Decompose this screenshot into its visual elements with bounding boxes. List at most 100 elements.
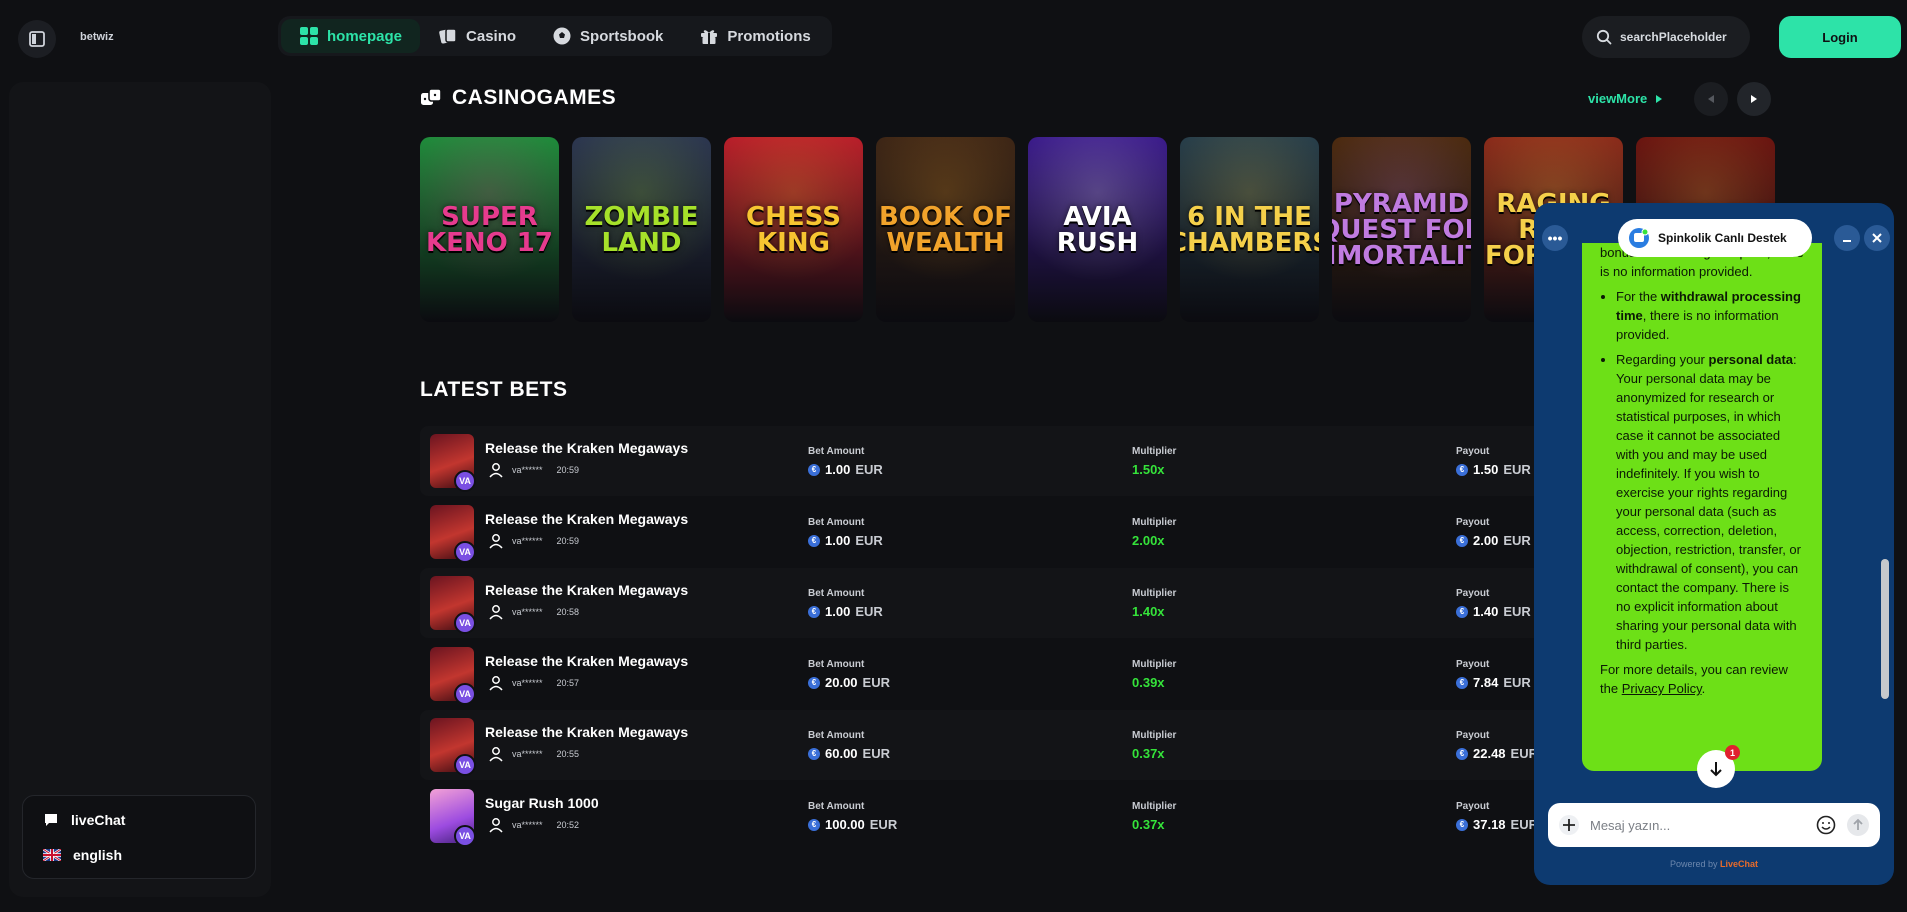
euro-coin-icon: € <box>808 818 820 831</box>
bet-game-name[interactable]: Release the Kraken Megaways <box>485 653 688 669</box>
nav-homepage[interactable]: homepage <box>281 19 421 53</box>
multiplier-label: Multiplier <box>1132 801 1177 812</box>
user-avatar: VA <box>454 612 476 634</box>
chat-close-button[interactable] <box>1864 225 1890 251</box>
bet-amount: € 1.00 EUR <box>808 604 883 619</box>
game-card[interactable]: CHESS KING <box>724 137 863 322</box>
live-chat-link[interactable]: liveChat <box>43 812 125 828</box>
message-input[interactable]: Mesaj yazın... <box>1548 803 1880 847</box>
chat-scrollbar[interactable] <box>1881 559 1889 699</box>
carousel-next-button[interactable] <box>1737 82 1771 116</box>
view-more-link[interactable]: viewMore <box>1588 91 1663 106</box>
sidebar-toggle-icon <box>29 31 45 47</box>
user-icon <box>489 605 503 620</box>
bet-game-name[interactable]: Release the Kraken Megaways <box>485 440 688 456</box>
grid-icon <box>300 27 318 45</box>
gift-icon <box>701 30 718 44</box>
send-icon[interactable] <box>1846 813 1870 837</box>
game-card-title: AVIA RUSH <box>1056 201 1139 258</box>
bet-payout: € 1.50 EUR <box>1456 462 1531 477</box>
nav-casino[interactable]: Casino <box>420 19 534 53</box>
arrow-down-icon <box>1710 762 1722 777</box>
bet-multiplier: 1.50x <box>1132 462 1165 477</box>
multiplier-label: Multiplier <box>1132 517 1177 528</box>
bet-row[interactable]: VA Release the Kraken Megaways va****** … <box>420 426 1710 496</box>
chat-minimize-button[interactable] <box>1834 225 1860 251</box>
game-card[interactable]: SUPER KENO 17 <box>420 137 559 322</box>
carousel-prev-button[interactable] <box>1694 82 1728 116</box>
bet-row[interactable]: VA Release the Kraken Megaways va****** … <box>420 497 1710 567</box>
emoji-icon[interactable] <box>1816 815 1836 835</box>
plus-icon[interactable] <box>1558 814 1580 836</box>
soccer-ball-icon <box>553 27 571 45</box>
bet-row[interactable]: VA Sugar Rush 1000 va****** 20:52 Bet Am… <box>420 781 1710 851</box>
bet-multiplier: 0.37x <box>1132 746 1165 761</box>
caret-left-icon <box>1708 95 1714 103</box>
bet-time: 20:57 <box>556 678 580 688</box>
chat-menu-button[interactable]: ••• <box>1542 225 1568 251</box>
chat-header: Spinkolik Canlı Destek <box>1618 219 1812 257</box>
sidebar-toggle-button[interactable] <box>18 20 56 58</box>
sidebar <box>9 82 271 897</box>
user-avatar: VA <box>454 825 476 847</box>
view-more-label: viewMore <box>1588 91 1648 106</box>
search-placeholder: searchPlaceholder <box>1620 30 1727 44</box>
bet-amount: € 60.00 EUR <box>808 746 890 761</box>
payout-label: Payout <box>1456 659 1490 670</box>
bet-multiplier: 2.00x <box>1132 533 1165 548</box>
bet-row[interactable]: VA Release the Kraken Megaways va****** … <box>420 710 1710 780</box>
bet-amount: € 20.00 EUR <box>808 675 890 690</box>
casino-games-heading: CASINOGAMES <box>420 86 616 110</box>
language-selector[interactable]: english <box>43 847 122 863</box>
latest-bets-heading: LATEST BETS <box>420 378 567 402</box>
sidebar-footer: liveChat english <box>22 795 256 879</box>
login-button[interactable]: Login <box>1779 16 1901 58</box>
bet-row[interactable]: VA Release the Kraken Megaways va****** … <box>420 568 1710 638</box>
unread-badge: 1 <box>1725 745 1740 760</box>
bet-game-name[interactable]: Sugar Rush 1000 <box>485 795 599 811</box>
nav-promotions[interactable]: Promotions <box>681 19 828 53</box>
close-icon <box>1872 233 1882 243</box>
bet-amount-label: Bet Amount <box>808 730 865 741</box>
latest-bets-title: LATEST BETS <box>420 378 568 401</box>
bet-amount-label: Bet Amount <box>808 588 865 599</box>
bet-game-name[interactable]: Release the Kraken Megaways <box>485 511 688 527</box>
livechat-brand[interactable]: LiveChat <box>1720 859 1758 869</box>
multiplier-label: Multiplier <box>1132 730 1177 741</box>
search-input[interactable]: searchPlaceholder <box>1582 16 1750 58</box>
bet-user: va****** 20:55 <box>488 746 579 762</box>
game-card[interactable]: 6 IN THE CHAMBERS <box>1180 137 1319 322</box>
language-label: english <box>73 847 123 863</box>
privacy-policy-link[interactable]: Privacy Policy <box>1622 681 1702 696</box>
euro-coin-icon: € <box>808 534 820 547</box>
game-card[interactable]: AVIA RUSH <box>1028 137 1167 322</box>
bet-username: va****** <box>512 465 543 475</box>
user-avatar: VA <box>454 754 476 776</box>
game-card-title: ZOMBIE LAND <box>584 201 699 258</box>
bet-game-name[interactable]: Release the Kraken Megaways <box>485 724 688 740</box>
bet-user: va****** 20:59 <box>488 533 579 549</box>
euro-coin-icon: € <box>1456 818 1468 831</box>
game-card[interactable]: PYRAMID QUEST FOR IMMORTALITY <box>1332 137 1471 322</box>
bet-amount: € 1.00 EUR <box>808 462 883 477</box>
bet-game-name[interactable]: Release the Kraken Megaways <box>485 582 688 598</box>
bet-username: va****** <box>512 820 543 830</box>
nav-casino-label: Casino <box>466 27 517 45</box>
bet-user: va****** 20:57 <box>488 675 579 691</box>
top-bar: betwiz homepage Casino Sportsbook Promot… <box>0 0 1907 74</box>
user-icon <box>489 818 503 833</box>
nav-homepage-label: homepage <box>327 27 403 45</box>
message-bullet-withdrawal: For the withdrawal processing time, ther… <box>1616 287 1804 344</box>
nav-sportsbook[interactable]: Sportsbook <box>534 19 681 53</box>
logo[interactable]: betwiz <box>80 31 114 43</box>
live-chat-widget: bonus after making a deposit, there is n… <box>1534 203 1894 885</box>
bet-username: va****** <box>512 678 543 688</box>
bet-row[interactable]: VA Release the Kraken Megaways va****** … <box>420 639 1710 709</box>
bet-user: va****** 20:59 <box>488 462 579 478</box>
game-card[interactable]: ZOMBIE LAND <box>572 137 711 322</box>
user-icon <box>489 463 503 478</box>
user-avatar: VA <box>454 470 476 492</box>
game-card[interactable]: BOOK OF WEALTH <box>876 137 1015 322</box>
euro-coin-icon: € <box>1456 534 1468 547</box>
bet-username: va****** <box>512 607 543 617</box>
